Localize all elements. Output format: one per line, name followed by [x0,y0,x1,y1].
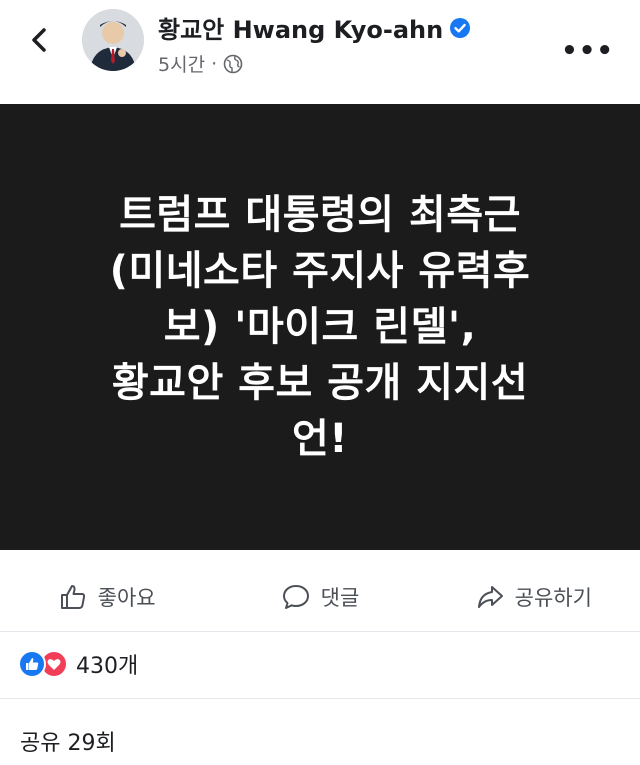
post-line: 트럼프 대통령의 최측근 [119,192,521,238]
post-line: (미네소타 주지사 유력후 [109,248,531,294]
back-chevron-icon[interactable] [22,22,58,58]
share-count[interactable]: 공유 29회 [20,725,116,757]
share-arrow-icon [477,586,503,608]
stats-divider [0,698,640,699]
post-line: 황교안 후보 공개 지지선 [111,360,529,406]
like-reaction-icon [18,650,46,678]
author-name-row: 황교안 Hwang Kyo-ahn [158,10,471,45]
like-button[interactable]: 좋아요 [0,563,213,631]
like-label: 좋아요 [97,586,156,610]
post-header: 황교안 Hwang Kyo-ahn 5시간 · ••• [0,0,640,100]
comment-bubble-icon [282,585,309,609]
globe-icon [223,54,243,73]
reactions-summary[interactable]: 430개 [18,648,138,680]
meta-separator: · [211,52,218,75]
more-options-button[interactable]: ••• [561,36,614,66]
author-name[interactable]: 황교안 Hwang Kyo-ahn [158,10,443,45]
avatar-person-icon [82,9,144,71]
verified-badge-icon [450,17,471,38]
post-image[interactable]: 트럼프 대통령의 최측근 (미네소타 주지사 유력후 보) '마이크 린델', … [0,104,640,550]
comment-button[interactable]: 댓글 [213,563,426,631]
share-button[interactable]: 공유하기 [427,563,640,631]
share-label: 공유하기 [514,586,592,610]
reaction-count: 430개 [76,654,139,679]
post-image-text: 트럼프 대통령의 최측근 (미네소타 주지사 유력후 보) '마이크 린델', … [40,187,600,467]
post-actions-bar: 좋아요 댓글 공유하기 [0,563,640,632]
post-line: 언! [291,416,349,462]
thumbs-up-icon [60,585,85,609]
post-timestamp[interactable]: 5시간 [158,50,205,77]
comment-label: 댓글 [320,586,360,610]
post-line: 보) '마이크 린델', [163,304,477,350]
post-meta: 5시간 · [158,50,243,77]
author-avatar[interactable] [82,9,144,71]
